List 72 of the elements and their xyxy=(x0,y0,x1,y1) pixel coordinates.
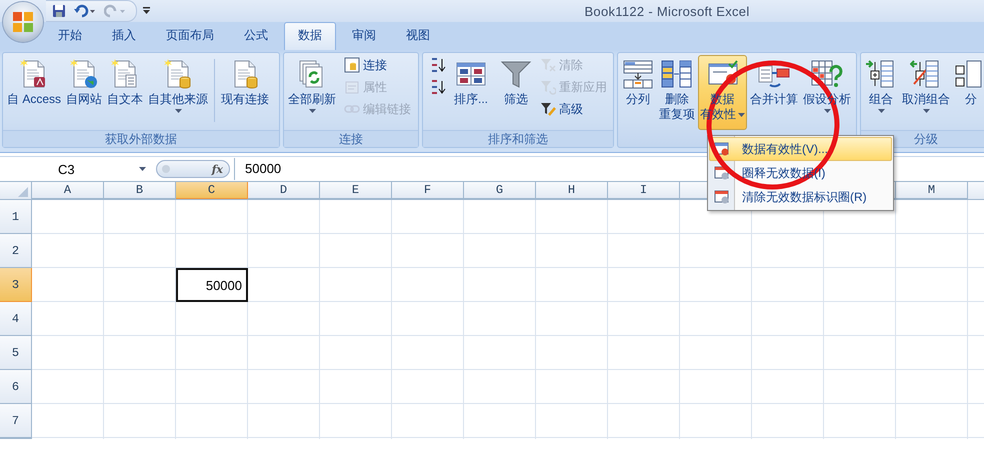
ribbon-small-button[interactable]: 连接 xyxy=(342,55,413,75)
data-validation-icon xyxy=(714,141,730,157)
ribbon-small-button[interactable]: 高级 xyxy=(538,99,610,119)
group-label: 连接 xyxy=(284,130,418,147)
ribbon-button[interactable]: 排序... xyxy=(452,55,490,130)
ribbon-button[interactable]: 全部刷新 xyxy=(286,55,338,130)
column-header[interactable]: A xyxy=(32,182,104,199)
ribbon-tab[interactable]: 数据 xyxy=(284,22,336,50)
column-header[interactable]: M xyxy=(896,182,968,199)
column-header[interactable]: G xyxy=(464,182,536,199)
office-button[interactable] xyxy=(3,2,43,42)
ribbon-tab[interactable]: 公式 xyxy=(230,22,282,50)
column-header[interactable]: D xyxy=(248,182,320,199)
row-header[interactable]: 5 xyxy=(0,336,32,370)
ribbon-button[interactable]: 组合 xyxy=(863,55,899,130)
ribbon-tab[interactable]: 页面布局 xyxy=(152,22,228,50)
menu-item[interactable]: 数据有效性(V)... xyxy=(709,137,892,161)
column-header[interactable]: E xyxy=(320,182,392,199)
row-header[interactable]: 2 xyxy=(0,234,32,268)
ribbon-button[interactable]: 合并计算 xyxy=(748,55,800,130)
ribbon-tab[interactable]: 视图 xyxy=(392,22,444,50)
office-logo-icon xyxy=(11,10,35,34)
ribbon-button[interactable]: 现有连接 xyxy=(219,55,272,130)
active-cell[interactable]: 50000 xyxy=(176,268,248,302)
ribbon-tab[interactable]: 插入 xyxy=(98,22,150,50)
dropdown-caret-icon xyxy=(139,167,146,171)
ribbon-button[interactable]: 自 Access xyxy=(5,55,64,130)
row-header[interactable]: 3 xyxy=(0,268,32,302)
row-header[interactable]: 1 xyxy=(0,200,32,234)
column-header[interactable]: C xyxy=(176,182,248,199)
column-header[interactable]: F xyxy=(392,182,464,199)
ribbon-button[interactable]: 删除 重复项 xyxy=(657,55,697,130)
ribbon-button[interactable]: 自网站 xyxy=(64,55,104,130)
group-label: 获取外部数据 xyxy=(3,130,279,147)
remove-duplicates-icon xyxy=(661,58,693,90)
ribbon-button[interactable]: 自文本 xyxy=(105,55,146,130)
row-header[interactable]: 4 xyxy=(0,302,32,336)
ribbon-button[interactable]: 取消组合 xyxy=(900,55,952,130)
ribbon-tab[interactable]: 开始 xyxy=(44,22,96,50)
clear-circles-icon xyxy=(714,189,730,205)
undo-icon[interactable] xyxy=(74,4,96,18)
menu-item[interactable]: 清除无效数据标识圈(R) xyxy=(709,185,892,209)
insert-function-button[interactable]: fx xyxy=(210,162,225,176)
row-header[interactable]: 6 xyxy=(0,370,32,404)
triangle-icon xyxy=(18,187,28,197)
split-columns-icon xyxy=(622,58,654,90)
connection-icon xyxy=(344,57,360,73)
sort-ascending-icon xyxy=(430,57,446,73)
group-label: 排序和筛选 xyxy=(423,130,613,147)
window-title: Book1122 - Microsoft Excel xyxy=(584,4,750,18)
ribbon-button[interactable]: 分列 xyxy=(620,55,656,130)
what-if-analysis-icon xyxy=(811,58,843,90)
sort-descending-icon xyxy=(430,79,446,95)
column-header[interactable]: I xyxy=(608,182,680,199)
reapply-filter-icon xyxy=(540,79,556,95)
clear-filter-icon xyxy=(540,57,556,73)
circle-invalid-icon xyxy=(714,165,730,181)
properties-icon xyxy=(344,79,360,95)
advanced-filter-icon xyxy=(540,101,556,117)
ribbon-tab[interactable]: 审阅 xyxy=(338,22,390,50)
save-icon[interactable] xyxy=(52,4,66,18)
customize-toolbar-icon[interactable] xyxy=(143,7,150,15)
ribbon-button[interactable]: 分 xyxy=(953,55,984,130)
ribbon-button[interactable]: 筛选 xyxy=(498,55,534,130)
column-header[interactable]: H xyxy=(536,182,608,199)
ribbon-button[interactable]: 自其他来源 xyxy=(146,55,210,130)
row-header[interactable]: 7 xyxy=(0,404,32,438)
outline-rows-icon xyxy=(955,58,984,90)
formula-bar-handle[interactable]: fx xyxy=(156,160,230,178)
grip-icon xyxy=(161,164,171,174)
redo-icon xyxy=(104,4,126,18)
column-header[interactable]: B xyxy=(104,182,176,199)
